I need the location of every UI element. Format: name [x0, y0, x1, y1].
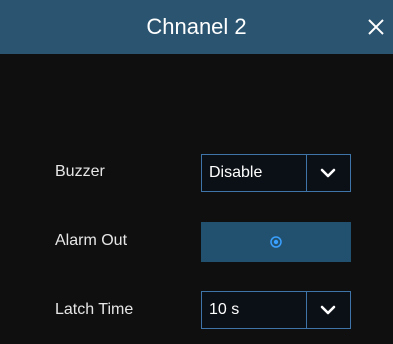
radio-selected-icon: [270, 236, 282, 248]
buzzer-select[interactable]: Disable: [201, 154, 351, 192]
buzzer-dropdown-toggle[interactable]: [307, 155, 350, 191]
alarm-out-button[interactable]: [201, 222, 351, 262]
latch-time-select-value: 10 s: [209, 301, 240, 318]
close-icon: [368, 19, 384, 35]
latch-time-label: Latch Time: [55, 301, 134, 318]
buzzer-label: Buzzer: [55, 163, 105, 180]
chevron-down-icon: [320, 168, 336, 178]
buzzer-select-value: Disable: [209, 164, 263, 181]
dialog-titlebar: Chnanel 2: [0, 0, 393, 54]
close-button[interactable]: [357, 0, 393, 54]
channel-dialog: Chnanel 2 Buzzer Disable Alarm Out Latch…: [0, 0, 393, 344]
latch-time-select[interactable]: 10 s: [201, 291, 351, 329]
chevron-down-icon: [320, 305, 336, 315]
latch-time-dropdown-toggle[interactable]: [307, 292, 350, 328]
dialog-title: Chnanel 2: [146, 14, 247, 39]
alarm-out-label: Alarm Out: [55, 232, 128, 249]
